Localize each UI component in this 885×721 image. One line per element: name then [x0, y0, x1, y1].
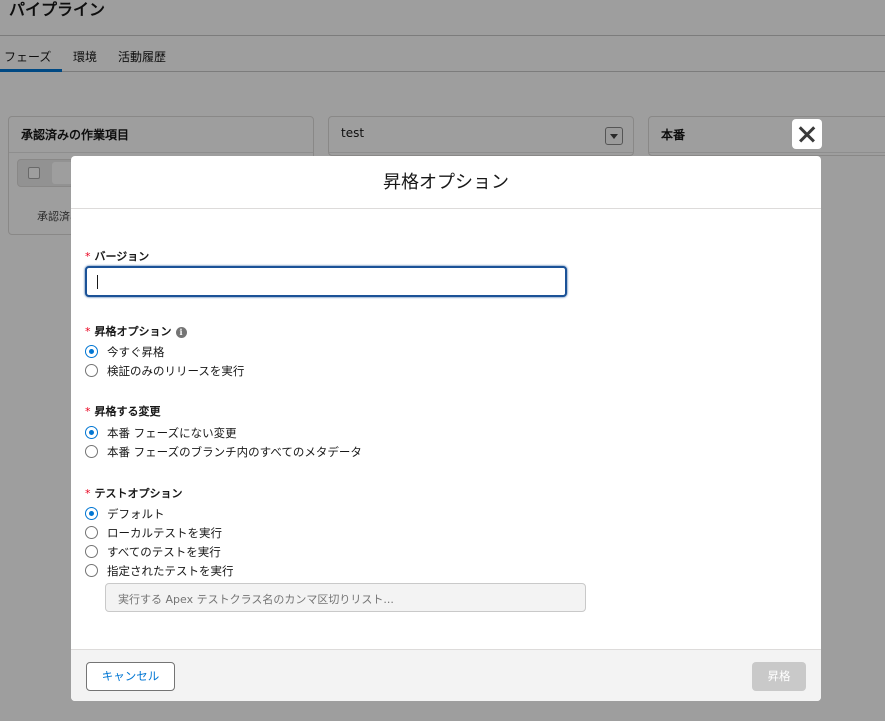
text-caret	[97, 275, 98, 289]
radio-button-icon[interactable]	[85, 507, 98, 520]
required-mark: *	[85, 250, 91, 263]
modal-body: * バージョン * 昇格オプション i 今すぐ昇格 検証のみのリリースを実行 * 昇格す…	[71, 209, 821, 649]
specified-tests-input: 実行する Apex テストクラス名のカンマ区切りリスト...	[105, 583, 586, 612]
version-label: * バージョン	[85, 250, 150, 263]
close-icon[interactable]	[792, 119, 822, 149]
modal-footer: キャンセル 昇格	[71, 649, 821, 701]
radio-button-icon[interactable]	[85, 545, 98, 558]
required-mark: *	[85, 487, 91, 500]
radio-button-icon[interactable]	[85, 426, 98, 439]
radio-button-icon[interactable]	[85, 364, 98, 377]
modal-title: 昇格オプション	[71, 156, 821, 209]
required-mark: *	[85, 325, 91, 338]
promote-option-label: * 昇格オプション i	[85, 323, 187, 339]
promote-button[interactable]: 昇格	[752, 662, 806, 691]
cancel-button[interactable]: キャンセル	[86, 662, 175, 691]
required-mark: *	[85, 405, 91, 418]
radio-button-icon[interactable]	[85, 345, 98, 358]
radio-button-icon[interactable]	[85, 526, 98, 539]
changes-label: * 昇格する変更	[85, 405, 161, 418]
info-icon[interactable]: i	[175, 327, 187, 338]
version-input[interactable]	[85, 266, 567, 297]
test-option-label: * テストオプション	[85, 487, 183, 500]
radio-button-icon[interactable]	[85, 445, 98, 458]
promotion-options-modal: 昇格オプション * バージョン * 昇格オプション i 今すぐ昇格 検証のみのリリース…	[71, 156, 821, 701]
radio-button-icon[interactable]	[85, 564, 98, 577]
